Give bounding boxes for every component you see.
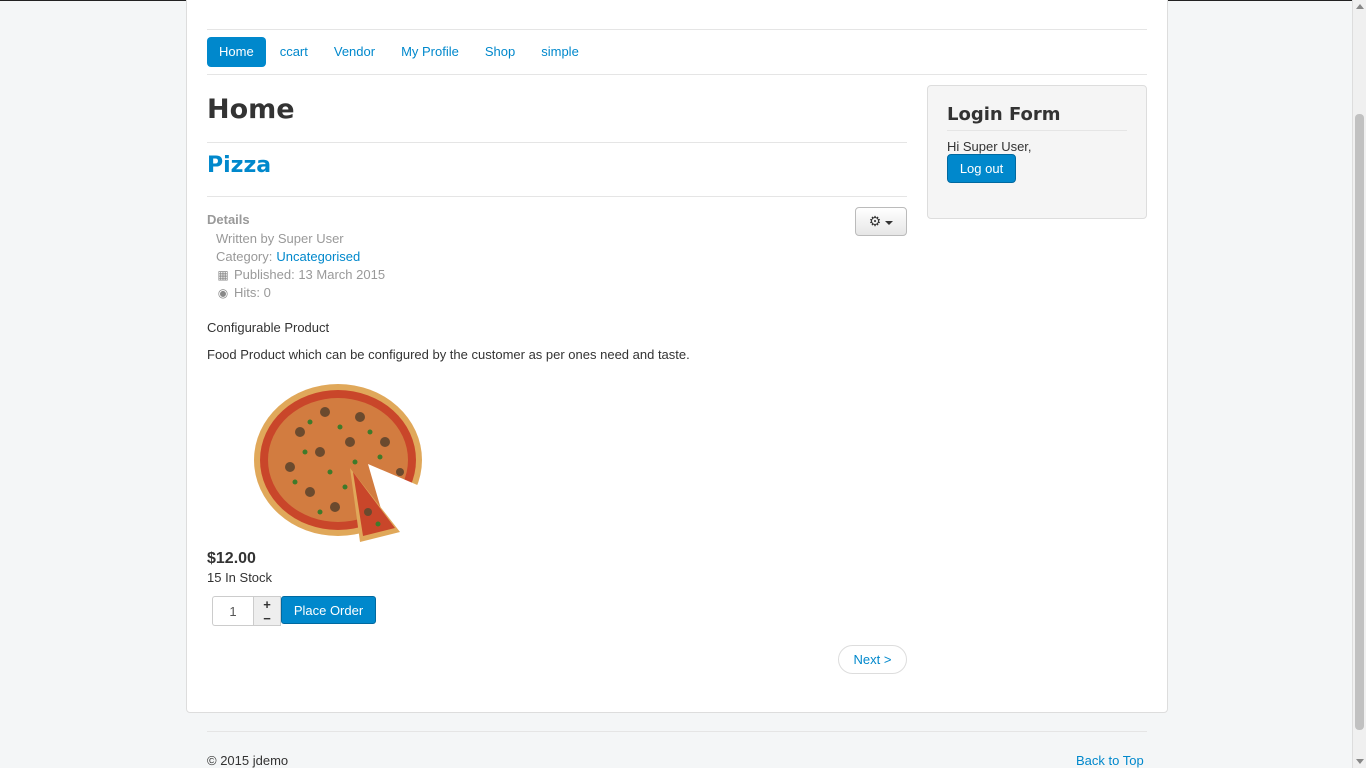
pizza-image <box>254 384 422 542</box>
calendar-icon: ▦ <box>217 268 229 282</box>
eye-icon: ◉ <box>217 286 229 300</box>
published-line: ▦ Published: 13 March 2015 <box>216 266 385 284</box>
category-line: Category: Uncategorised <box>216 248 385 266</box>
main-menu: Home ccart Vendor My Profile Shop simple <box>207 37 593 67</box>
stock-status: 15 In Stock <box>207 570 273 585</box>
article-options-button[interactable]: ⚙ <box>855 207 907 236</box>
category-label: Category: <box>216 249 273 264</box>
login-greeting: Hi Super User, <box>947 139 1032 154</box>
article-title-divider <box>207 196 907 197</box>
footer-divider <box>207 731 1147 732</box>
product-type: Configurable Product <box>207 320 330 335</box>
nav-item-vendor[interactable]: Vendor <box>322 37 387 67</box>
footer-copyright: © 2015 jdemo <box>207 753 289 768</box>
nav-item-ccart[interactable]: ccart <box>268 37 320 67</box>
quantity-control: + − <box>212 596 281 626</box>
product-description: Food Product which can be configured by … <box>207 347 690 362</box>
article-details: Written by Super User Category: Uncatego… <box>216 230 385 302</box>
caret-down-icon <box>885 220 894 225</box>
article-title-link[interactable]: Pizza <box>207 153 271 178</box>
product-price: $12.00 <box>207 550 256 567</box>
quantity-input[interactable] <box>212 596 253 626</box>
page-title: Home <box>207 94 295 125</box>
next-article-button[interactable]: Next > <box>838 645 907 674</box>
scroll-up-arrow-icon[interactable] <box>1356 4 1364 9</box>
nav-item-my-profile[interactable]: My Profile <box>389 37 471 67</box>
details-label: Details <box>207 212 250 227</box>
gear-icon: ⚙ <box>868 213 882 229</box>
logout-button[interactable]: Log out <box>947 154 1016 183</box>
nav-divider-bottom <box>207 74 1147 75</box>
login-module: Login Form Hi Super User, Log out <box>927 85 1147 219</box>
increment-button[interactable]: + <box>254 597 280 611</box>
nav-item-shop[interactable]: Shop <box>473 37 527 67</box>
hits-count: Hits: 0 <box>234 285 271 300</box>
quantity-stepper: + − <box>253 596 281 626</box>
login-title-divider <box>947 130 1127 131</box>
hits-line: ◉ Hits: 0 <box>216 284 385 302</box>
scroll-down-arrow-icon[interactable] <box>1356 759 1364 764</box>
author-line: Written by Super User <box>216 231 344 246</box>
nav-item-simple[interactable]: simple <box>529 37 591 67</box>
scrollbar-thumb[interactable] <box>1355 114 1364 730</box>
back-to-top-link[interactable]: Back to Top <box>1076 753 1144 768</box>
login-title: Login Form <box>947 104 1061 125</box>
category-link[interactable]: Uncategorised <box>276 248 360 266</box>
title-divider <box>207 142 907 143</box>
published-date: Published: 13 March 2015 <box>234 267 386 282</box>
page-scrollbar[interactable] <box>1352 0 1366 768</box>
nav-item-home[interactable]: Home <box>207 37 266 67</box>
decrement-button[interactable]: − <box>254 611 280 625</box>
nav-divider-top <box>207 29 1147 30</box>
place-order-button[interactable]: Place Order <box>281 596 376 624</box>
